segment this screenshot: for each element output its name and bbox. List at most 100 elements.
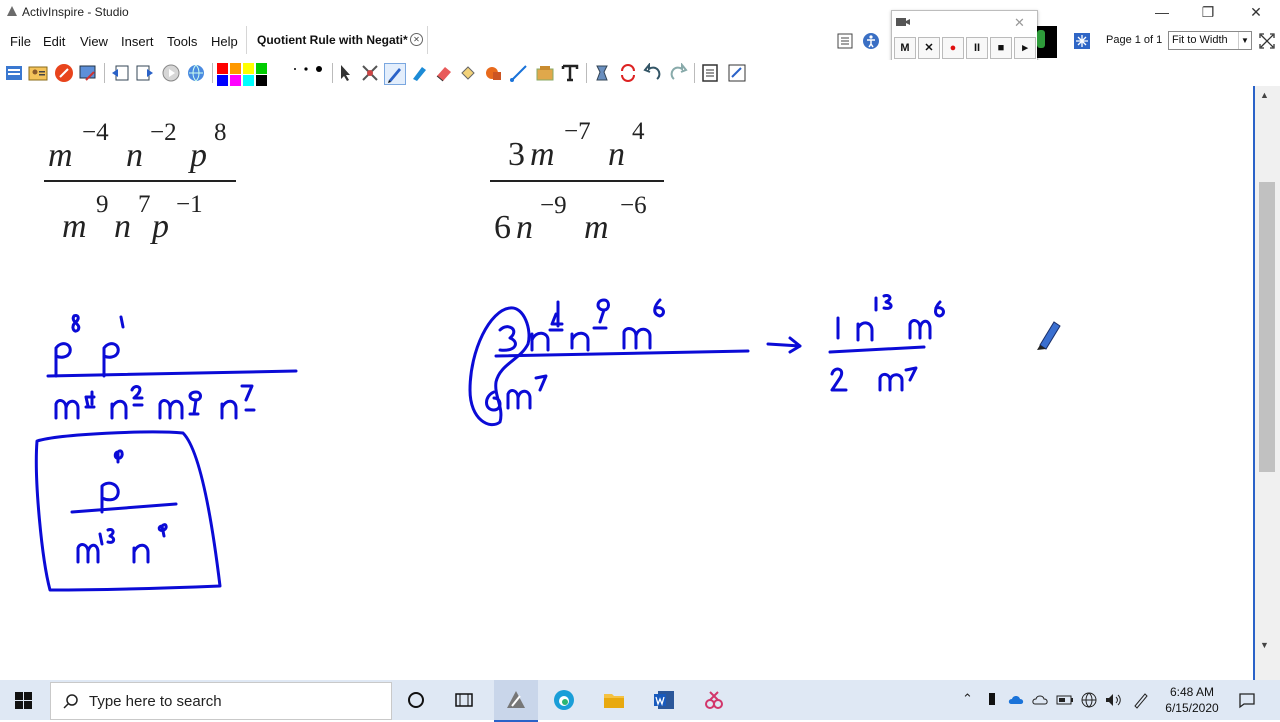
clock-time: 6:48 AM <box>1169 685 1215 699</box>
p1-den-term1: m <box>62 208 87 245</box>
eraser-icon[interactable] <box>434 63 454 83</box>
color-swatch[interactable] <box>230 75 241 86</box>
network-globe-icon[interactable] <box>1080 691 1098 709</box>
zoom-select[interactable]: Fit to Width ▼ <box>1168 31 1252 50</box>
taskbar-search-box[interactable]: Type here to search <box>50 682 392 720</box>
scroll-up-icon[interactable]: ▲ <box>1260 90 1269 100</box>
select-pointer-icon[interactable] <box>335 63 355 83</box>
file-explorer-icon[interactable] <box>602 688 626 712</box>
edge-browser-icon[interactable] <box>552 688 576 712</box>
p2-num-exp2: 4 <box>632 118 645 145</box>
main-toolbar <box>0 60 1280 146</box>
main-menu-icon[interactable] <box>4 63 24 83</box>
chevron-up-icon[interactable]: ⌃ <box>962 691 973 707</box>
document-tab[interactable]: Quotient Rule with Negati* ✕ <box>246 26 428 54</box>
pen-workspace-icon[interactable] <box>1132 691 1150 709</box>
page-browser-icon[interactable] <box>836 32 854 50</box>
redo-icon[interactable] <box>668 63 688 83</box>
recorder-record-button[interactable]: ● <box>942 37 964 59</box>
tab-close-icon[interactable]: ✕ <box>410 33 423 46</box>
windows-taskbar: Type here to search ⌃ 6:48 AM 6/15/2020 <box>0 680 1280 722</box>
scrollbar-thumb[interactable] <box>1259 182 1275 472</box>
problem2-typeset-fraction: 3 m −7 n 4 6 n −9 m −6 <box>490 118 664 246</box>
next-page-icon[interactable] <box>135 63 155 83</box>
magic-ink-icon[interactable] <box>592 63 612 83</box>
toolbar-separator <box>586 63 587 83</box>
onedrive-icon[interactable] <box>1032 691 1050 709</box>
recorder-mute-button[interactable]: M <box>894 37 916 59</box>
p1-num-exp3: 8 <box>214 119 227 146</box>
p1-num-exp2: −2 <box>150 119 177 146</box>
undo-icon[interactable] <box>643 63 663 83</box>
refresh-page-icon[interactable] <box>618 63 638 83</box>
scroll-down-icon[interactable]: ▼ <box>1260 640 1269 650</box>
flipchart-canvas[interactable]: m −4 n −2 p 8 m 9 n 7 p −1 3 m −7 n 4 6 … <box>0 86 1252 680</box>
highlighter-icon[interactable] <box>409 63 429 83</box>
notes-icon[interactable] <box>700 63 720 83</box>
menu-help[interactable]: Help <box>211 34 238 49</box>
screen-recorder-panel: ✕ M ✕ ● II ■ ▸ <box>891 10 1038 62</box>
color-swatch[interactable] <box>256 75 267 86</box>
snip-tool-icon[interactable] <box>702 688 726 712</box>
title-bar: ActivInspire - Studio — ❐ ✕ <box>0 0 1280 24</box>
user-profile-icon[interactable] <box>28 63 48 83</box>
play-flipchart-icon[interactable] <box>161 63 181 83</box>
restore-button[interactable]: ❐ <box>1188 2 1228 22</box>
color-swatch[interactable] <box>243 75 254 86</box>
recorder-play-button[interactable]: ▸ <box>1014 37 1036 59</box>
vertical-scrollbar[interactable]: ▲ ▼ <box>1253 86 1280 680</box>
fill-bucket-icon[interactable] <box>458 63 478 83</box>
customize-toolbar-icon[interactable] <box>727 63 747 83</box>
battery-icon[interactable] <box>1056 691 1074 709</box>
windows-start-icon[interactable] <box>15 692 32 709</box>
toolbar-separator <box>694 63 695 83</box>
color-swatch[interactable] <box>217 75 228 86</box>
resource-library-icon[interactable] <box>535 63 555 83</box>
menu-edit[interactable]: Edit <box>43 34 65 49</box>
taskbar-active-app[interactable] <box>494 680 538 722</box>
pen-cursor-icon <box>1037 321 1061 350</box>
close-window-button[interactable]: ✕ <box>1236 2 1276 22</box>
accessibility-icon[interactable] <box>862 32 880 50</box>
taskbar-clock[interactable]: 6:48 AM 6/15/2020 <box>1163 684 1221 716</box>
p1-num-term2: n <box>126 137 143 174</box>
word-app-icon[interactable] <box>652 688 676 712</box>
volume-icon[interactable] <box>1104 691 1122 709</box>
p2-num-term2: n <box>608 136 625 173</box>
menu-view[interactable]: View <box>80 34 108 49</box>
color-swatch[interactable] <box>243 63 254 74</box>
color-swatch[interactable] <box>217 63 228 74</box>
shape-tool-icon[interactable] <box>484 63 504 83</box>
onedrive-sync-icon[interactable] <box>1008 691 1026 709</box>
screen-clipper-icon[interactable] <box>78 63 98 83</box>
p1-den-exp3: −1 <box>176 191 203 218</box>
text-tool-icon[interactable] <box>560 63 580 83</box>
menu-file[interactable]: File <box>10 34 31 49</box>
cortana-icon[interactable] <box>404 688 428 712</box>
fullscreen-icon[interactable] <box>1258 32 1276 50</box>
marquee-select-icon[interactable] <box>360 63 380 83</box>
desktop-tools-icon[interactable] <box>1073 32 1091 50</box>
pen-width-selector[interactable] <box>290 63 326 83</box>
color-swatch[interactable] <box>256 63 267 74</box>
menu-tools[interactable]: Tools <box>167 34 197 49</box>
previous-page-icon[interactable] <box>110 63 130 83</box>
usb-device-icon[interactable] <box>986 691 998 709</box>
reset-pen-icon[interactable] <box>54 63 74 83</box>
recorder-pause-button[interactable]: II <box>966 37 988 59</box>
recorder-cancel-button[interactable]: ✕ <box>918 37 940 59</box>
connector-tool-icon[interactable] <box>509 63 529 83</box>
activinspire-app-icon <box>7 6 17 16</box>
color-swatch[interactable] <box>230 63 241 74</box>
p1-den-term3: p <box>150 208 169 245</box>
pen-tool-icon[interactable] <box>384 63 406 85</box>
minimize-button[interactable]: — <box>1142 2 1182 22</box>
recorder-stop-button[interactable]: ■ <box>990 37 1012 59</box>
menu-insert[interactable]: Insert <box>121 34 154 49</box>
web-browser-icon[interactable] <box>186 63 206 83</box>
recorder-close-icon[interactable]: ✕ <box>1014 15 1025 31</box>
action-center-icon[interactable] <box>1238 691 1256 709</box>
task-view-icon[interactable] <box>452 688 476 712</box>
page-indicator: Page 1 of 1 <box>1106 34 1163 46</box>
handwritten-work-problem2 <box>468 294 945 427</box>
